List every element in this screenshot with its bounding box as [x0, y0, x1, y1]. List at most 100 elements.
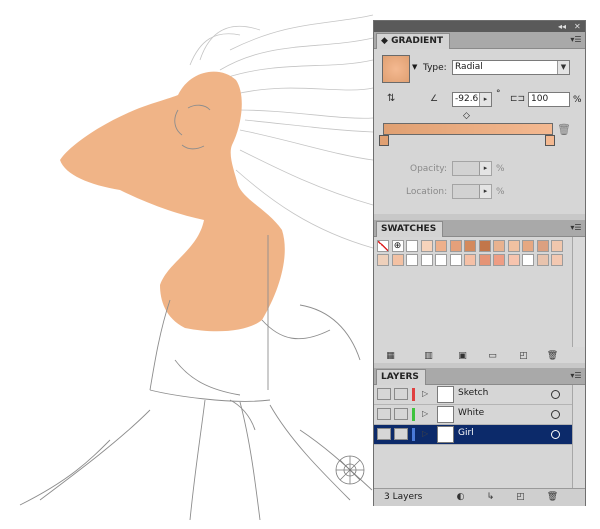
lock-toggle-icon[interactable]: [394, 388, 408, 400]
swatch[interactable]: [391, 254, 404, 266]
start-color-stop[interactable]: [379, 135, 389, 146]
location-input[interactable]: ▸: [452, 184, 492, 199]
registration-swatch-icon[interactable]: ⊕: [391, 240, 404, 252]
layer-row[interactable]: ▷ Girl: [374, 425, 572, 445]
visibility-eye-icon[interactable]: [377, 408, 391, 420]
delete-layer-icon[interactable]: 🗑: [546, 491, 559, 503]
visibility-eye-icon[interactable]: [377, 428, 391, 440]
layer-row[interactable]: ▷ White: [374, 405, 572, 425]
new-layer-icon[interactable]: ◰: [514, 491, 527, 503]
lock-toggle-icon[interactable]: [394, 408, 408, 420]
layer-thumbnail: [437, 386, 454, 403]
angle-stepper-icon[interactable]: ▸: [479, 93, 491, 106]
layer-list: ▷ Sketch ▷ White ▷ Girl: [374, 385, 572, 451]
swatch[interactable]: [464, 254, 476, 266]
swatch[interactable]: [551, 240, 563, 252]
angle-input[interactable]: -92.6 ▸: [452, 92, 492, 107]
gradient-tab-label: GRADIENT: [391, 36, 443, 46]
flower-sketch: [335, 455, 365, 485]
swatch[interactable]: [507, 254, 520, 266]
opacity-input[interactable]: ▸: [452, 161, 492, 176]
swatch-options-icon[interactable]: ▣: [456, 350, 469, 362]
layers-footer: 3 Layers ◐ ↳ ◰ 🗑: [374, 488, 585, 506]
expand-triangle-icon[interactable]: ▷: [422, 409, 428, 418]
tab-gradient[interactable]: ◆ GRADIENT: [376, 33, 450, 49]
swatch[interactable]: [507, 240, 520, 252]
chevron-down-icon: ▼: [557, 61, 569, 74]
swatch[interactable]: [551, 254, 563, 266]
aspect-ratio-value: 100: [531, 94, 549, 104]
swatch[interactable]: [522, 254, 534, 266]
new-color-group-icon[interactable]: ▭: [486, 350, 499, 362]
gradient-slider-bar[interactable]: [383, 123, 553, 135]
delete-swatch-icon[interactable]: 🗑: [546, 350, 559, 362]
expand-triangle-icon[interactable]: ▷: [422, 389, 428, 398]
swatch[interactable]: [435, 254, 447, 266]
swatch[interactable]: [493, 240, 505, 252]
tab-layers[interactable]: LAYERS: [376, 369, 426, 385]
layers-tab-label: LAYERS: [381, 372, 419, 382]
none-swatch-icon[interactable]: [377, 240, 389, 252]
swatches-tabbar: SWATCHES ▾☰: [374, 220, 585, 237]
swatch[interactable]: [406, 240, 418, 252]
double-arrow-icon[interactable]: ◂◂: [558, 21, 566, 32]
swatch[interactable]: [406, 254, 418, 266]
visibility-eye-icon[interactable]: [377, 388, 391, 400]
gradient-preview-dropdown-icon[interactable]: ▼: [412, 63, 417, 71]
gradient-preview-swatch[interactable]: [382, 55, 410, 83]
new-sublayer-icon[interactable]: ↳: [484, 491, 497, 503]
swatch[interactable]: [536, 254, 549, 266]
swatch[interactable]: [536, 240, 549, 252]
show-kinds-icon[interactable]: ▥: [422, 350, 435, 362]
layer-row[interactable]: ▷ Sketch: [374, 385, 572, 405]
layer-name[interactable]: Girl: [458, 428, 474, 438]
swatch[interactable]: [478, 240, 491, 252]
opacity-label: Opacity:: [410, 164, 447, 174]
swatch[interactable]: [522, 240, 534, 252]
gradient-panel-menu-icon[interactable]: ▾☰: [570, 34, 582, 45]
swatches-scrollbar[interactable]: [572, 237, 585, 347]
end-color-stop[interactable]: [545, 135, 555, 146]
layer-name[interactable]: Sketch: [458, 388, 488, 398]
swatch-libraries-icon[interactable]: ▦: [384, 350, 397, 362]
layers-scrollbar[interactable]: [572, 385, 585, 488]
angle-icon: ∠: [430, 94, 439, 104]
swatch[interactable]: [464, 240, 476, 252]
location-percent: %: [496, 187, 505, 197]
expand-triangle-icon[interactable]: ▷: [422, 429, 428, 438]
swatch[interactable]: [420, 254, 433, 266]
layer-name[interactable]: White: [458, 408, 484, 418]
midpoint-diamond-icon[interactable]: ◇: [463, 111, 470, 121]
swatch[interactable]: [478, 254, 491, 266]
type-label: Type:: [423, 63, 447, 73]
swatch[interactable]: [435, 240, 447, 252]
reverse-gradient-icon[interactable]: ⇅: [387, 92, 401, 106]
lock-toggle-icon[interactable]: [394, 428, 408, 440]
percent-symbol: %: [573, 95, 582, 105]
tab-swatches[interactable]: SWATCHES: [376, 221, 444, 237]
opacity-percent: %: [496, 164, 505, 174]
degree-symbol: °: [496, 89, 501, 99]
gradient-type-select[interactable]: Radial ▼: [452, 60, 570, 75]
layer-target-icon[interactable]: [551, 430, 560, 439]
swatch[interactable]: [377, 254, 389, 266]
layer-target-icon[interactable]: [551, 390, 560, 399]
new-swatch-icon[interactable]: ◰: [517, 350, 530, 362]
aspect-ratio-input[interactable]: 100: [528, 92, 570, 107]
swatch[interactable]: [449, 254, 462, 266]
layer-color-bar: [412, 428, 415, 441]
close-icon[interactable]: ✕: [574, 21, 581, 32]
swatch[interactable]: [493, 254, 505, 266]
panel-titlebar[interactable]: ◂◂ ✕: [374, 21, 585, 32]
gradient-type-value: Radial: [455, 62, 483, 72]
layer-target-icon[interactable]: [551, 410, 560, 419]
delete-stop-icon[interactable]: 🗑: [557, 123, 571, 136]
swatch[interactable]: [449, 240, 462, 252]
angle-value: -92.6: [455, 94, 479, 104]
swatch[interactable]: [420, 240, 433, 252]
layers-panel-menu-icon[interactable]: ▾☰: [570, 370, 582, 381]
layers-section: ▷ Sketch ▷ White ▷ Girl: [374, 385, 585, 488]
illustrator-panels: ◂◂ ✕ ◆ GRADIENT ▾☰ ▼ Type: Radial ▼ ⇅ ∠ …: [373, 20, 586, 506]
swatches-panel-menu-icon[interactable]: ▾☰: [570, 222, 582, 233]
make-clipping-mask-icon[interactable]: ◐: [454, 491, 467, 503]
